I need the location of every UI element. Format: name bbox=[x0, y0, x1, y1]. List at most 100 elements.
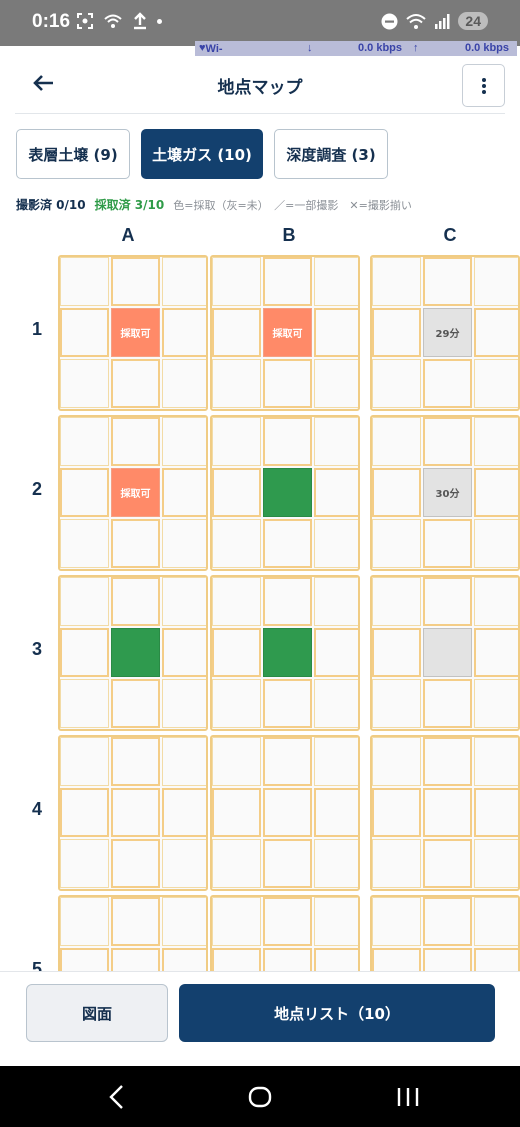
sub-cell bbox=[263, 948, 312, 971]
sub-cell bbox=[314, 359, 358, 408]
row-label-4: 4 bbox=[31, 799, 42, 819]
sub-cell bbox=[423, 788, 472, 837]
sub-cell bbox=[423, 359, 472, 408]
sub-cell bbox=[474, 628, 518, 677]
grid-block-c5[interactable] bbox=[370, 895, 520, 971]
nav-home-icon[interactable] bbox=[243, 1080, 277, 1114]
sample-point-b1[interactable]: 採取可 bbox=[263, 308, 312, 357]
sub-cell bbox=[474, 897, 518, 946]
sub-cell bbox=[474, 519, 518, 568]
grid-block-c4[interactable] bbox=[370, 735, 520, 891]
sub-cell bbox=[60, 417, 109, 466]
grid-block-a2[interactable]: 採取可 bbox=[58, 415, 208, 571]
sub-cell bbox=[60, 628, 109, 677]
notification-dot-icon bbox=[157, 18, 162, 24]
sub-cell bbox=[372, 257, 421, 306]
sub-cell bbox=[372, 417, 421, 466]
sub-cell bbox=[162, 308, 206, 357]
sub-cell bbox=[111, 839, 160, 888]
sub-cell bbox=[263, 359, 312, 408]
site-grid-map: A B C 1 採取可 採取可 29分 2 採取可 30分 3 4 5 bbox=[0, 215, 520, 971]
column-label-b: B bbox=[282, 225, 296, 245]
sample-point-c1[interactable]: 29分 bbox=[423, 308, 472, 357]
sub-cell bbox=[474, 679, 518, 728]
sub-cell bbox=[263, 257, 312, 306]
sub-cell bbox=[162, 737, 206, 786]
sub-cell bbox=[372, 679, 421, 728]
grid-block-b4[interactable] bbox=[210, 735, 360, 891]
grid-block-b2[interactable] bbox=[210, 415, 360, 571]
sub-cell bbox=[60, 948, 109, 971]
sub-cell bbox=[314, 948, 358, 971]
column-label-a: A bbox=[121, 225, 135, 245]
sub-cell bbox=[111, 257, 160, 306]
grid-block-a5[interactable] bbox=[58, 895, 208, 971]
sub-cell bbox=[111, 737, 160, 786]
grid-block-a1[interactable]: 採取可 bbox=[58, 255, 208, 411]
nav-back-icon[interactable] bbox=[100, 1080, 134, 1114]
grid-block-a4[interactable] bbox=[58, 735, 208, 891]
sub-cell bbox=[212, 897, 261, 946]
tab-surface-soil[interactable]: 表層土壌 (9) bbox=[16, 129, 130, 179]
sub-cell bbox=[423, 948, 472, 971]
sub-cell bbox=[212, 737, 261, 786]
sub-cell bbox=[372, 308, 421, 357]
sub-cell bbox=[60, 788, 109, 837]
point-list-button[interactable]: 地点リスト（10） bbox=[179, 984, 495, 1042]
sub-cell bbox=[314, 519, 358, 568]
system-nav-bar bbox=[0, 1066, 520, 1127]
drawing-button[interactable]: 図面 bbox=[26, 984, 168, 1042]
sub-cell bbox=[474, 788, 518, 837]
status-time: 0:16 bbox=[32, 11, 71, 32]
grid-block-b1[interactable]: 採取可 bbox=[210, 255, 360, 411]
sample-point-a3[interactable] bbox=[111, 628, 160, 677]
sub-cell bbox=[162, 359, 206, 408]
sub-cell bbox=[372, 788, 421, 837]
sub-cell bbox=[60, 897, 109, 946]
sub-cell bbox=[314, 257, 358, 306]
sub-cell bbox=[474, 737, 518, 786]
more-menu-button[interactable] bbox=[462, 64, 505, 107]
sub-cell bbox=[60, 257, 109, 306]
sub-cell bbox=[60, 577, 109, 626]
status-bar: 0:16 24 bbox=[0, 0, 520, 46]
tab-depth-survey[interactable]: 深度調査 (3) bbox=[274, 129, 388, 179]
nav-recent-apps-icon[interactable] bbox=[391, 1080, 425, 1114]
sub-cell bbox=[372, 519, 421, 568]
grid-block-b5[interactable] bbox=[210, 895, 360, 971]
tab-soil-gas[interactable]: 土壌ガス (10) bbox=[141, 129, 263, 179]
sub-cell bbox=[423, 519, 472, 568]
sub-cell bbox=[372, 628, 421, 677]
sub-cell bbox=[474, 577, 518, 626]
wifi-sync-icon bbox=[104, 14, 122, 28]
sample-point-b2[interactable] bbox=[263, 468, 312, 517]
grid-block-b3[interactable] bbox=[210, 575, 360, 731]
sub-cell bbox=[372, 948, 421, 971]
grid-block-a3[interactable] bbox=[58, 575, 208, 731]
grid-block-c2[interactable]: 30分 bbox=[370, 415, 520, 571]
sample-point-a2[interactable]: 採取可 bbox=[111, 468, 160, 517]
sub-cell bbox=[111, 577, 160, 626]
sub-cell bbox=[423, 679, 472, 728]
sub-cell bbox=[474, 308, 518, 357]
sub-cell bbox=[474, 948, 518, 971]
row-label-1: 1 bbox=[31, 319, 42, 339]
sub-cell bbox=[60, 468, 109, 517]
sub-cell bbox=[263, 417, 312, 466]
sample-point-a1[interactable]: 採取可 bbox=[111, 308, 160, 357]
sub-cell bbox=[212, 628, 261, 677]
signal-icon bbox=[435, 14, 450, 29]
grid-block-c1[interactable]: 29分 bbox=[370, 255, 520, 411]
sample-point-c3[interactable] bbox=[423, 628, 472, 677]
sub-cell bbox=[474, 839, 518, 888]
status-left-icons bbox=[76, 12, 162, 30]
sampled-count: 採取済 3/10 bbox=[94, 198, 165, 212]
grid-block-c3[interactable] bbox=[370, 575, 520, 731]
more-vertical-icon bbox=[481, 78, 486, 94]
sample-point-b3[interactable] bbox=[263, 628, 312, 677]
sub-cell bbox=[162, 679, 206, 728]
sub-cell bbox=[162, 257, 206, 306]
row-label-3: 3 bbox=[31, 639, 42, 659]
sample-point-c2[interactable]: 30分 bbox=[423, 468, 472, 517]
sub-cell bbox=[212, 577, 261, 626]
